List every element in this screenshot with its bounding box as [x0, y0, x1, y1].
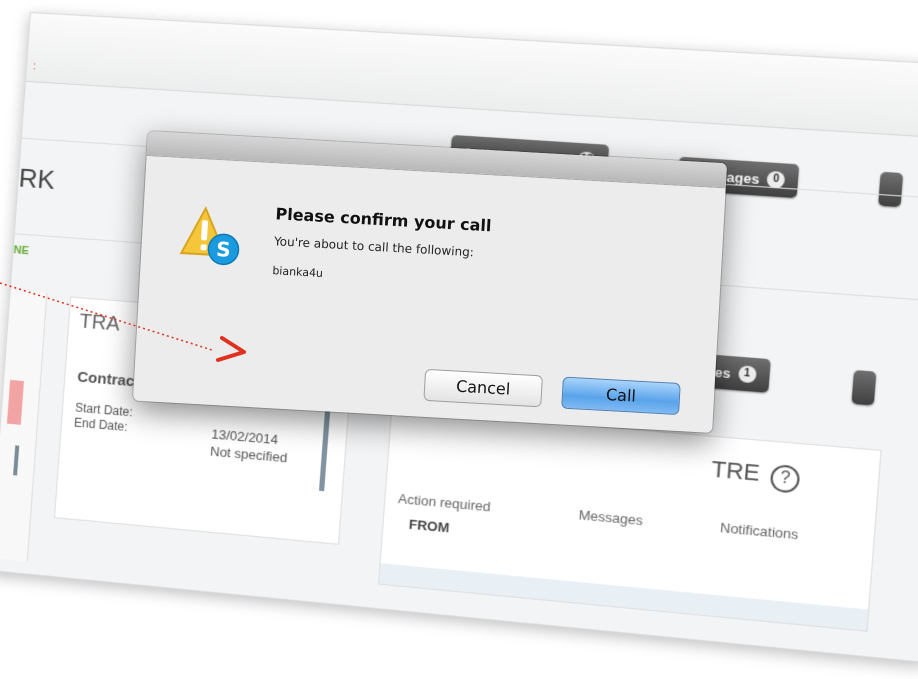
secondary-messages-count: 1 [737, 365, 757, 384]
message-centre-heading: TRE ? [710, 456, 801, 494]
message-centre-title: TRE [710, 455, 761, 487]
tab-messages[interactable]: Messages [578, 507, 643, 528]
from-column-header: FROM [408, 516, 450, 536]
contract-panel-heading: TRA [78, 310, 121, 336]
help-icon[interactable]: ? [769, 463, 801, 494]
message-tabs: Action required Messages Notifications [397, 481, 875, 561]
left-pink-block [6, 379, 24, 425]
callee-name: bianka4u [272, 264, 324, 280]
message-row-strip [379, 563, 869, 631]
online-status: NE [13, 244, 30, 258]
cancel-button[interactable]: Cancel [423, 368, 543, 408]
skype-warning-icon: S [179, 205, 244, 268]
tab-notifications[interactable]: Notifications [720, 520, 799, 543]
dialog-message: You're about to call the following: [273, 234, 475, 260]
left-bar [13, 445, 20, 476]
call-button[interactable]: Call [561, 376, 681, 416]
message-centre-panel: TRE ? Action required Messages Notificat… [377, 408, 882, 632]
svg-text:S: S [216, 237, 232, 262]
top-bar: : [25, 13, 918, 140]
top-red-mark: : [32, 61, 37, 73]
page-heading: RK [17, 162, 56, 195]
tab-action-required[interactable]: Action required [398, 491, 491, 515]
secondary-extra-button[interactable] [851, 369, 877, 406]
left-column [0, 289, 48, 562]
confirm-call-dialog: S Please confirm your call You're about … [132, 131, 728, 433]
dialog-title: Please confirm your call [275, 204, 492, 236]
